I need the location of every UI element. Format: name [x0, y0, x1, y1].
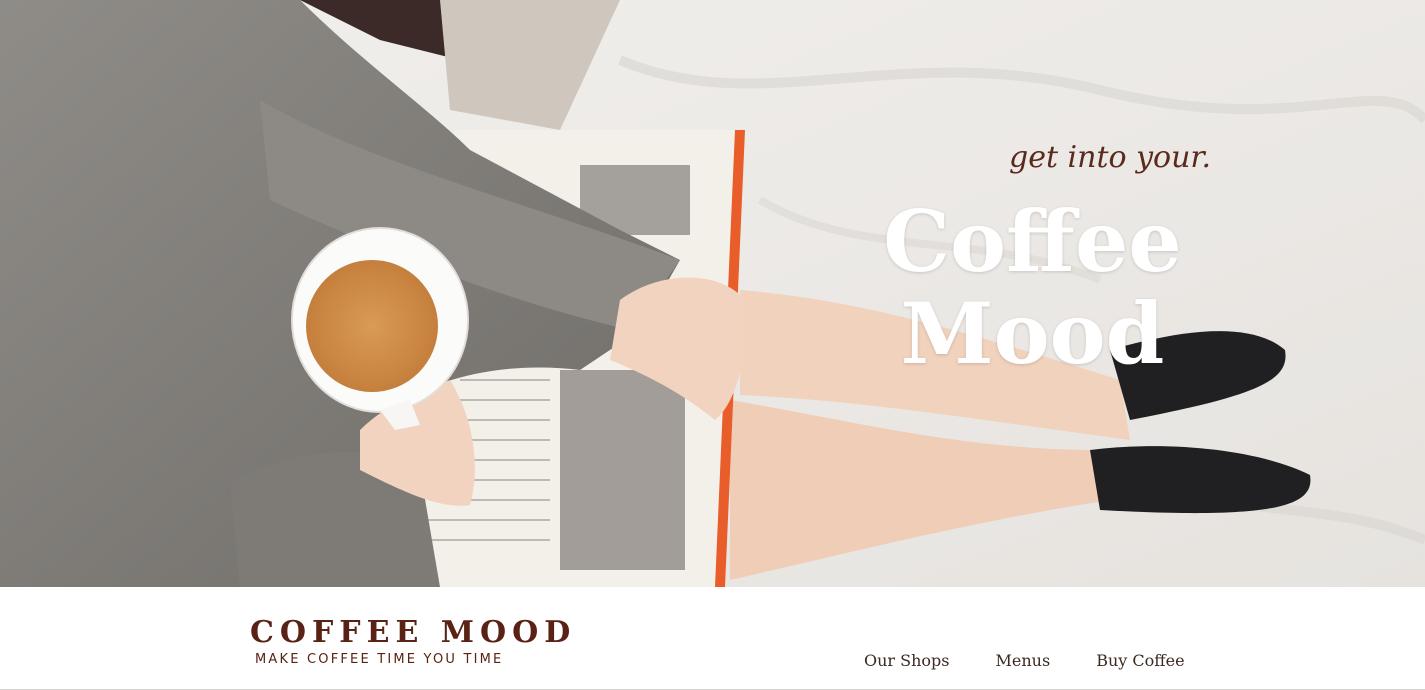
main-nav: Our Shops Menus Buy Coffee	[864, 651, 1185, 670]
hero-kicker: get into your.	[1008, 140, 1212, 175]
brand-name[interactable]: COFFEE MOOD	[250, 615, 576, 650]
brand-tagline: MAKE COFFEE TIME YOU TIME	[255, 652, 504, 667]
nav-item-our-shops[interactable]: Our Shops	[864, 651, 950, 670]
nav-item-buy-coffee[interactable]: Buy Coffee	[1096, 651, 1184, 670]
hero-title-line-2: Mood	[900, 284, 1165, 383]
hero-title: Coffee Mood	[840, 196, 1225, 380]
hero-section: get into your. Coffee Mood	[0, 0, 1425, 587]
hero-title-line-1: Coffee	[883, 192, 1182, 291]
nav-item-menus[interactable]: Menus	[996, 651, 1051, 670]
site-header-bar: COFFEE MOOD MAKE COFFEE TIME YOU TIME Ou…	[0, 587, 1425, 690]
